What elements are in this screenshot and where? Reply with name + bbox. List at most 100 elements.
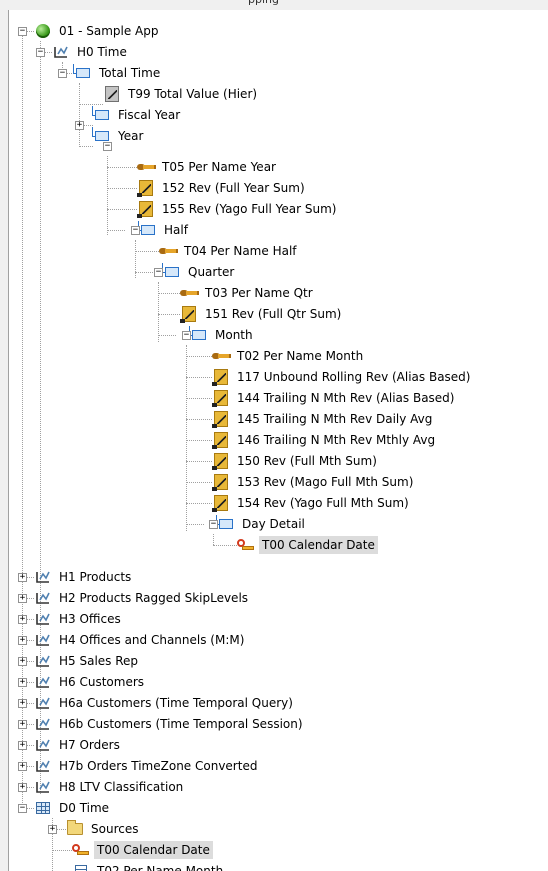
measure-icon [212, 494, 230, 512]
expand-toggle[interactable]: + [18, 657, 27, 666]
expand-toggle[interactable]: + [18, 594, 27, 603]
tree-node-label: H5 Sales Rep [59, 653, 139, 668]
collapse-toggle[interactable]: − [18, 804, 27, 813]
tree-node-t04[interactable]: T04 Per Name Half [159, 240, 300, 261]
tree-node-h3-offices[interactable]: H3 Offices [34, 608, 124, 629]
tree-node-measure-150[interactable]: 150 Rev (Full Mth Sum) [212, 450, 380, 471]
tree-node-root[interactable]: 01 - Sample App [34, 20, 161, 41]
hierarchy-icon [34, 695, 52, 711]
tree-node-total-time[interactable]: Total Time [73, 62, 163, 83]
tree-node-h6-customers[interactable]: H6 Customers [34, 671, 147, 692]
measure-icon [212, 410, 230, 428]
collapse-toggle[interactable]: − [154, 268, 163, 277]
collapse-toggle[interactable]: − [131, 226, 140, 235]
measure-icon [212, 473, 230, 491]
hierarchy-icon [34, 569, 52, 585]
expand-toggle[interactable]: + [48, 825, 57, 834]
collapse-toggle[interactable]: − [182, 331, 191, 340]
expand-toggle[interactable]: + [18, 636, 27, 645]
collapse-toggle[interactable]: − [103, 142, 112, 151]
collapse-toggle[interactable]: − [36, 48, 45, 57]
tree-node-h8-ltv[interactable]: H8 LTV Classification [34, 776, 186, 797]
measure-icon [212, 431, 230, 449]
level-icon [162, 262, 181, 280]
tree-node-measure-152[interactable]: 152 Rev (Full Year Sum) [137, 177, 308, 198]
tree-node-h2-products-ragged[interactable]: H2 Products Ragged SkipLevels [34, 587, 251, 608]
tree-node-h6a-customers[interactable]: H6a Customers (Time Temporal Query) [34, 692, 296, 713]
app-icon [34, 23, 52, 39]
tree-node-measure-145[interactable]: 145 Trailing N Mth Rev Daily Avg [212, 408, 435, 429]
tree-node-measure-154[interactable]: 154 Rev (Yago Full Mth Sum) [212, 492, 412, 513]
expand-toggle[interactable]: + [18, 678, 27, 687]
collapse-toggle[interactable]: − [58, 69, 67, 78]
measure-icon [137, 200, 155, 218]
business-model-tree[interactable]: − 01 - Sample App − H0 Time − Total Time… [9, 10, 548, 871]
collapse-toggle[interactable]: − [209, 520, 218, 529]
tree-node-label: 155 Rev (Yago Full Year Sum) [162, 201, 337, 216]
tree-node-t00-calendar-date[interactable]: T00 Calendar Date [237, 534, 378, 555]
tree-node-d0-time[interactable]: D0 Time [34, 797, 112, 818]
tree-node-measure-155[interactable]: 155 Rev (Yago Full Year Sum) [137, 198, 339, 219]
window-title: pping [248, 0, 279, 6]
tree-node-label: H6b Customers (Time Temporal Session) [59, 716, 303, 731]
tree-node-label: Half [164, 222, 188, 237]
tree-node-col-t02-per-name-month[interactable]: T02 Per Name Month [72, 860, 226, 871]
tree-node-t02[interactable]: T02 Per Name Month [212, 345, 366, 366]
tree-node-measure-151[interactable]: 151 Rev (Full Qtr Sum) [180, 303, 344, 324]
column-icon [72, 863, 90, 871]
tree-node-t05[interactable]: T05 Per Name Year [137, 156, 279, 177]
tree-node-label: T04 Per Name Half [184, 243, 297, 258]
hierarchy-icon [34, 758, 52, 774]
tree-node-label: 152 Rev (Full Year Sum) [162, 180, 305, 195]
tree-node-h7b-orders[interactable]: H7b Orders TimeZone Converted [34, 755, 260, 776]
tree-node-label: Sources [91, 821, 139, 836]
tree-node-label: 153 Rev (Mago Full Mth Sum) [237, 474, 414, 489]
expand-toggle[interactable]: + [18, 615, 27, 624]
tree-node-h1-products[interactable]: H1 Products [34, 566, 134, 587]
tree-node-h4-offices-channels[interactable]: H4 Offices and Channels (M:M) [34, 629, 247, 650]
hierarchy-icon [34, 611, 52, 627]
folder-icon [66, 819, 84, 837]
expand-toggle[interactable]: + [18, 783, 27, 792]
expand-toggle[interactable]: + [18, 573, 27, 582]
tree-node-label: T99 Total Value (Hier) [128, 86, 258, 101]
measure-icon [212, 452, 230, 470]
tree-node-label: H6a Customers (Time Temporal Query) [59, 695, 293, 710]
hierarchy-icon [34, 653, 52, 669]
key-icon [180, 285, 199, 301]
tree-node-sources[interactable]: Sources [66, 818, 141, 839]
table-icon [34, 800, 52, 816]
expand-toggle[interactable]: + [18, 741, 27, 750]
tree-node-day-detail[interactable]: Day Detail [204, 513, 308, 534]
key-icon [212, 348, 231, 364]
tree-node-fiscal-year[interactable]: Fiscal Year [92, 104, 183, 125]
tree-node-measure-117[interactable]: 117 Unbound Rolling Rev (Alias Based) [212, 366, 473, 387]
tree-node-year[interactable]: Year [92, 125, 146, 146]
tree-node-h7-orders[interactable]: H7 Orders [34, 734, 123, 755]
tree-node-measure-153[interactable]: 153 Rev (Mago Full Mth Sum) [212, 471, 416, 492]
tree-node-t99[interactable]: T99 Total Value (Hier) [103, 83, 260, 104]
tree-node-label: 01 - Sample App [59, 23, 159, 38]
hierarchy-icon [52, 44, 70, 60]
tree-node-h5-sales-rep[interactable]: H5 Sales Rep [34, 650, 141, 671]
tree-node-quarter[interactable]: Quarter [153, 261, 237, 282]
collapse-toggle[interactable]: − [18, 27, 27, 36]
level-icon [73, 63, 92, 81]
expand-toggle[interactable]: + [75, 121, 84, 130]
tree-node-h6b-customers[interactable]: H6b Customers (Time Temporal Session) [34, 713, 306, 734]
expand-toggle[interactable]: + [18, 762, 27, 771]
measure-icon [212, 389, 230, 407]
expand-toggle[interactable]: + [18, 720, 27, 729]
tree-node-label: H1 Products [59, 569, 132, 584]
key-icon [159, 243, 178, 259]
tree-node-col-t00-calendar-date[interactable]: T00 Calendar Date [72, 839, 213, 860]
tree-node-label: Day Detail [242, 516, 305, 531]
tree-node-h0-time[interactable]: H0 Time [52, 41, 130, 62]
tree-node-t03[interactable]: T03 Per Name Qtr [180, 282, 316, 303]
tree-node-measure-146[interactable]: 146 Trailing N Mth Rev Mthly Avg [212, 429, 438, 450]
tree-node-measure-144[interactable]: 144 Trailing N Mth Rev (Alias Based) [212, 387, 457, 408]
tree-node-label: 117 Unbound Rolling Rev (Alias Based) [237, 369, 471, 384]
expand-toggle[interactable]: + [18, 699, 27, 708]
tree-node-label: Total Time [99, 65, 161, 80]
tree-node-label: H7b Orders TimeZone Converted [59, 758, 258, 773]
